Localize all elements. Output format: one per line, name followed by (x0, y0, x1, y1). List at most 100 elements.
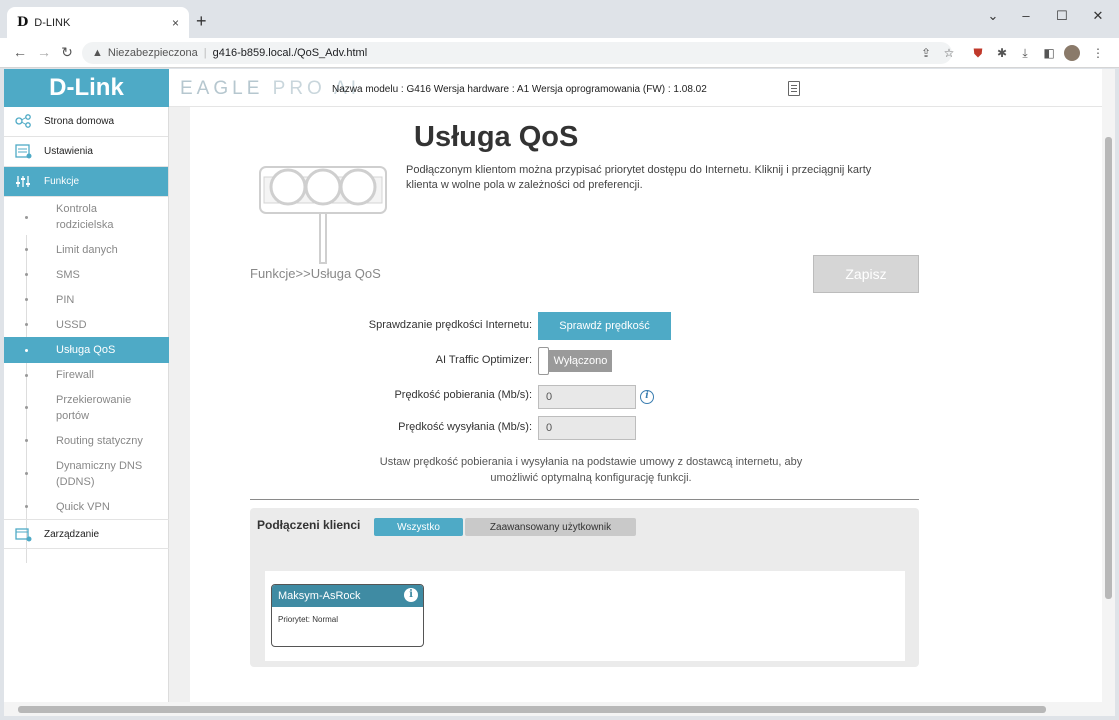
side-panel-icon[interactable]: ◧ (1041, 45, 1057, 61)
tab-title: D-LINK (34, 16, 71, 29)
tab-all[interactable]: Wszystko (374, 518, 463, 536)
download-speed-input[interactable]: 0 (538, 385, 636, 409)
sidebar-subitem-label: Kontrola rodzicielska (56, 203, 114, 231)
vertical-scrollbar[interactable] (1102, 69, 1115, 702)
main-content: Usługa QoS Podłączonym klientom można pr… (190, 107, 1102, 702)
sidebar-item-label: Ustawienia (44, 146, 93, 157)
client-priority: Priorytet: Normal (278, 615, 339, 624)
sidebar-subitem-label: PIN (56, 293, 75, 306)
url-text: g416-b859.local./QoS_Adv.html (212, 47, 368, 59)
tab-search-icon[interactable]: ⌄ (983, 8, 1003, 24)
traffic-light-illustration-icon (259, 166, 387, 264)
vertical-scroll-thumb[interactable] (1105, 137, 1112, 599)
menu-kebab-icon[interactable]: ⋮ (1090, 45, 1106, 61)
toggle-knob[interactable] (538, 347, 549, 375)
speed-test-label: Sprawdzanie prędkości Internetu: (368, 319, 532, 331)
back-icon[interactable]: ← (11, 44, 29, 60)
sidebar-subitem-label: Usługa QoS (56, 344, 116, 356)
dlink-favicon-icon: D (17, 15, 29, 30)
warning-icon[interactable]: ▲ (92, 47, 103, 59)
features-icon (16, 176, 30, 187)
section-divider (250, 499, 919, 500)
brand-prefix: EAGLE (180, 78, 264, 99)
share-icon[interactable]: ⇪ (918, 45, 934, 61)
sidebar-subitem-label: Routing statyczny (56, 434, 143, 447)
speed-hint: Ustaw prędkość pobierania i wysyłania na… (379, 456, 803, 484)
sidebar-subitem-parental-control[interactable]: Kontrola rodzicielska (4, 197, 169, 237)
document-icon[interactable] (788, 81, 800, 96)
horizontal-scrollbar[interactable] (4, 702, 1115, 716)
client-drop-area[interactable]: Maksym-AsRock i Priorytet: Normal (265, 571, 905, 661)
sidebar-subitem-pin[interactable]: PIN (4, 287, 169, 312)
toggle-state: Wyłączono (549, 350, 612, 372)
sidebar-item-management[interactable]: Zarządzanie (4, 519, 169, 549)
ai-optimizer-toggle[interactable]: Wyłączono (538, 347, 612, 375)
browser-tab[interactable]: D D-LINK × (7, 7, 189, 38)
model-info: Nazwa modelu : G416 Wersja hardware : A1… (332, 84, 707, 95)
speed-test-button[interactable]: Sprawdź prędkość (538, 312, 671, 340)
url-separator: | (203, 47, 207, 59)
download-icon[interactable]: ⤓ (1017, 45, 1033, 61)
breadcrumb: Funkcje>>Usługa QoS (250, 266, 381, 281)
security-status: Niezabezpieczona (107, 47, 198, 59)
maximize-icon[interactable]: ☐ (1052, 8, 1072, 24)
clients-title: Podłączeni klienci (257, 518, 361, 532)
browser-tab-strip: D D-LINK × + ⌄ – ☐ ✕ (0, 0, 1119, 38)
settings-icon (15, 144, 32, 159)
page-title: Usługa QoS (414, 121, 579, 153)
client-name: Maksym-AsRock (278, 590, 361, 602)
extensions-puzzle-icon[interactable]: ✱ (994, 45, 1010, 61)
close-window-icon[interactable]: ✕ (1088, 8, 1108, 24)
sidebar-subitem-quick-vpn[interactable]: Quick VPN (4, 494, 169, 519)
save-button[interactable]: Zapisz (813, 255, 919, 293)
sidebar-item-settings[interactable]: Ustawienia (4, 137, 168, 167)
dlink-logo[interactable]: D-Link (4, 69, 169, 107)
sidebar-subitem-qos[interactable]: Usługa QoS (4, 337, 169, 363)
sidebar-subitem-ussd[interactable]: USSD (4, 312, 169, 337)
download-speed-label: Prędkość pobierania (Mb/s): (394, 389, 532, 401)
sidebar-subitem-label: SMS (56, 268, 80, 281)
tab-advanced-user[interactable]: Zaawansowany użytkownik (465, 518, 636, 536)
minimize-icon[interactable]: – (1016, 8, 1036, 23)
url-field[interactable]: ▲ Niezabezpieczona | g416-b859.local./Qo… (82, 42, 952, 64)
router-header: D-Link EAGLE PRO AI Nazwa modelu : G416 … (4, 69, 1102, 107)
client-card-header: Maksym-AsRock i (272, 585, 423, 607)
shield-extension-icon[interactable]: ⛊ (970, 45, 986, 61)
reload-icon[interactable]: ↻ (58, 44, 76, 61)
sidebar: Strona domowa Ustawienia Funkcje Kontrol… (4, 107, 169, 702)
address-bar: ← → ↻ ▲ Niezabezpieczona | g416-b859.loc… (0, 38, 1119, 68)
sidebar-subitem-firewall[interactable]: Firewall (4, 363, 169, 387)
network-icon (15, 114, 31, 128)
logo-text: D-Link (49, 74, 124, 101)
ai-optimizer-label: AI Traffic Optimizer: (435, 354, 532, 366)
tab-close-icon[interactable]: × (172, 16, 179, 30)
sidebar-subitem-label: Dynamiczny DNS (DDNS) (56, 459, 143, 488)
bookmark-star-icon[interactable]: ☆ (941, 45, 957, 61)
client-info-icon[interactable]: i (404, 588, 418, 602)
sidebar-subitem-label: Limit danych (56, 243, 118, 256)
sidebar-subitem-label: Quick VPN (56, 500, 110, 513)
management-icon (15, 528, 32, 542)
sidebar-subitem-port-forwarding[interactable]: Przekierowanie portów (4, 387, 169, 428)
client-card[interactable]: Maksym-AsRock i Priorytet: Normal (271, 584, 424, 647)
sidebar-subitem-sms[interactable]: SMS (4, 262, 169, 287)
sidebar-subitem-ddns[interactable]: Dynamiczny DNS (DDNS) (4, 453, 169, 494)
profile-avatar[interactable] (1064, 45, 1080, 61)
horizontal-scroll-thumb[interactable] (18, 706, 1046, 713)
sidebar-subitem-label: Przekierowanie portów (56, 393, 132, 422)
sidebar-item-label: Funkcje (44, 176, 80, 187)
sidebar-item-label: Zarządzanie (44, 528, 100, 540)
page-viewport: D-Link EAGLE PRO AI Nazwa modelu : G416 … (4, 69, 1102, 702)
sidebar-subitem-static-routing[interactable]: Routing statyczny (4, 428, 169, 453)
sidebar-item-home[interactable]: Strona domowa (4, 107, 168, 137)
info-icon[interactable]: i (640, 390, 654, 404)
sidebar-subitem-data-limit[interactable]: Limit danych (4, 237, 169, 262)
connected-clients-panel: Podłączeni klienci Wszystko Zaawansowany… (250, 508, 919, 667)
upload-speed-label: Prędkość wysyłania (Mb/s): (398, 421, 532, 433)
new-tab-button[interactable]: + (196, 11, 207, 32)
sidebar-item-features[interactable]: Funkcje (4, 167, 168, 197)
sidebar-subitem-label: Firewall (56, 369, 94, 381)
upload-speed-input[interactable]: 0 (538, 416, 636, 440)
page-description: Podłączonym klientom można przypisać pri… (406, 164, 872, 191)
forward-icon[interactable]: → (35, 44, 53, 60)
